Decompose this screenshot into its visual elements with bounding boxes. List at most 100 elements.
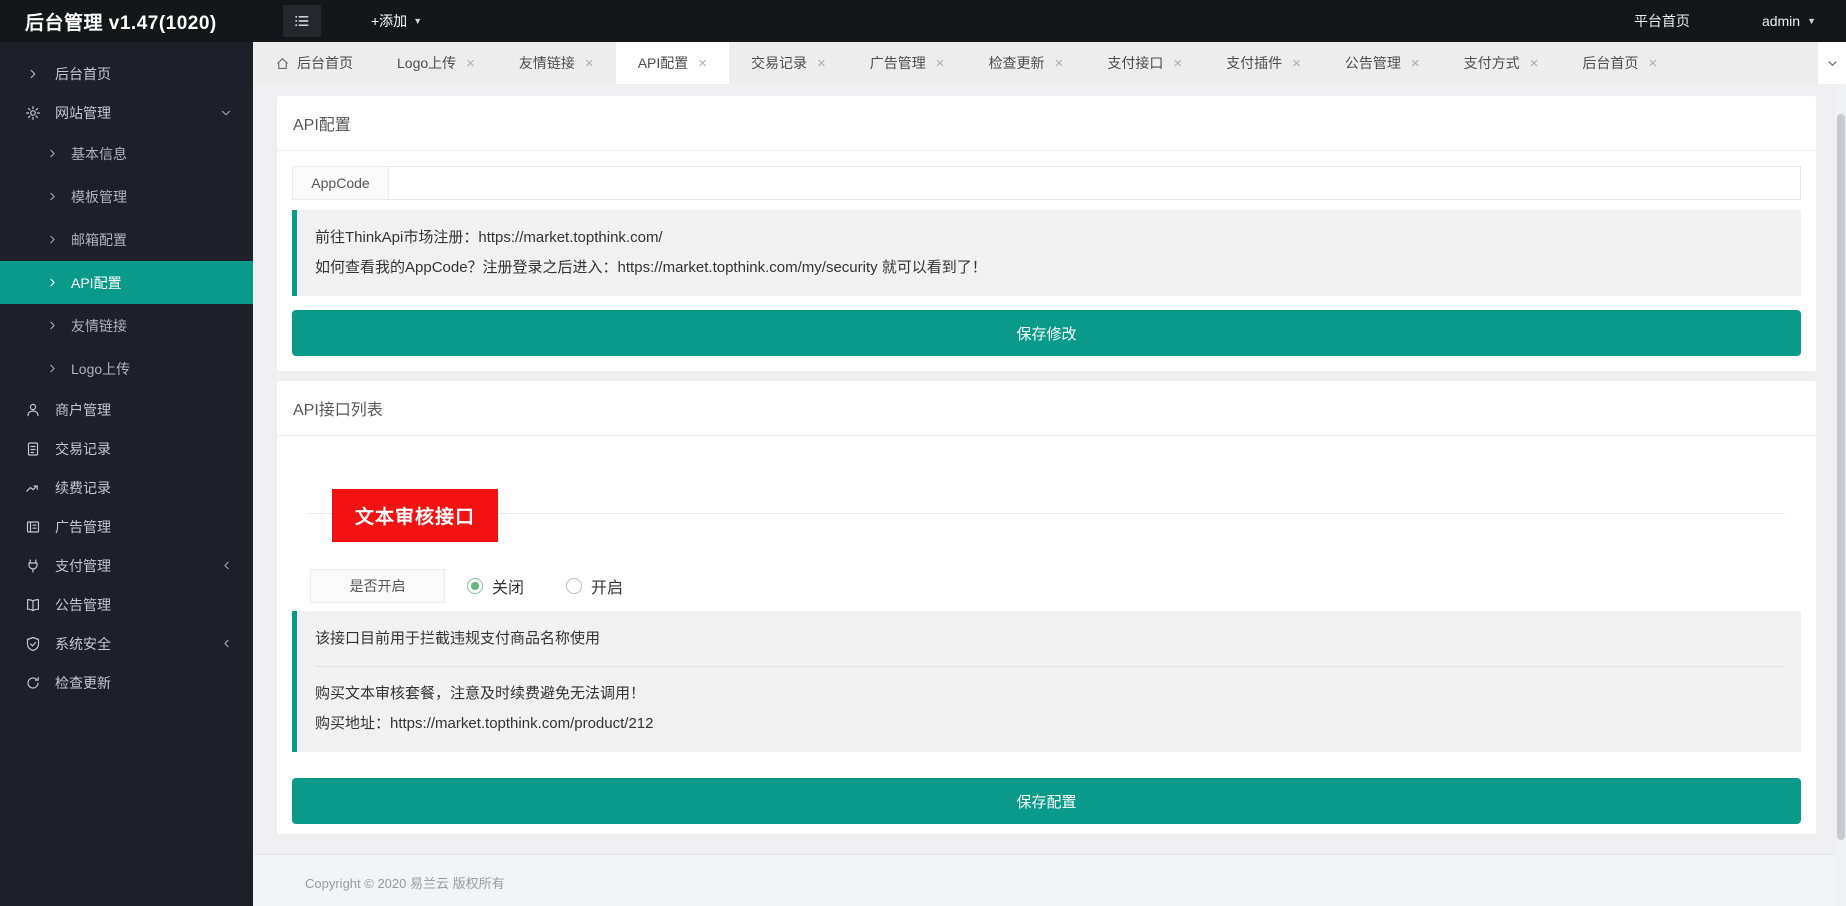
collapse-menu-button[interactable] <box>283 5 321 37</box>
radio-option-off[interactable]: 关闭 <box>467 574 524 598</box>
close-icon[interactable]: × <box>1530 56 1539 71</box>
chevron-right-icon <box>45 319 59 333</box>
close-icon[interactable]: × <box>1173 56 1182 71</box>
enable-label: 是否开启 <box>310 569 445 603</box>
tab-payment-methods[interactable]: 支付方式 × <box>1442 42 1561 84</box>
document-icon <box>25 441 41 457</box>
appcode-label: AppCode <box>292 166 389 200</box>
tab-payment-api[interactable]: 支付接口 × <box>1085 42 1204 84</box>
scrollbar-thumb[interactable] <box>1837 114 1845 840</box>
sidebar-nav: 后台首页 网站管理 基本信息 模板管理 邮箱配置 API配置 <box>0 42 253 906</box>
close-icon[interactable]: × <box>1055 56 1064 71</box>
tab-ad-management[interactable]: 广告管理 × <box>848 42 967 84</box>
vertical-scrollbar[interactable] <box>1836 84 1846 906</box>
radio-unselected-icon[interactable] <box>566 578 582 594</box>
tab-bar: 后台首页 Logo上传 × 友情链接 × API配置 × 交易记录 × 广告管理… <box>253 42 1846 84</box>
close-icon[interactable]: × <box>698 56 707 71</box>
sidebar-item-template-management[interactable]: 模板管理 <box>0 175 253 218</box>
info-line: 前往ThinkApi市场注册：https://market.topthink.c… <box>315 223 1783 253</box>
newspaper-icon <box>25 519 41 535</box>
tab-dashboard[interactable]: 后台首页 <box>253 42 375 84</box>
refresh-icon <box>25 675 41 691</box>
open-book-icon <box>25 597 41 613</box>
user-dropdown[interactable]: admin ▼ <box>1762 13 1816 29</box>
tab-api-config[interactable]: API配置 × <box>616 42 729 84</box>
close-icon[interactable]: × <box>585 56 594 71</box>
content-scroll-area: API配置 AppCode 前往ThinkApi市场注册：https://mar… <box>253 84 1846 906</box>
sidebar-item-basic-info[interactable]: 基本信息 <box>0 132 253 175</box>
chevron-right-icon <box>45 190 59 204</box>
card-title: API接口列表 <box>277 381 1816 436</box>
save-changes-button[interactable]: 保存修改 <box>292 310 1801 356</box>
username: admin <box>1762 13 1800 29</box>
tab-check-update[interactable]: 检查更新 × <box>967 42 1086 84</box>
caret-down-icon: ▼ <box>413 16 422 26</box>
api-list-card: API接口列表 文本审核接口 是否开启 关闭 开启 <box>277 381 1816 834</box>
chevron-right-icon <box>25 66 41 82</box>
appcode-form-row: AppCode <box>292 166 1801 200</box>
api-config-infobox: 前往ThinkApi市场注册：https://market.topthink.c… <box>292 210 1801 296</box>
sidebar-item-check-update[interactable]: 检查更新 <box>0 663 253 702</box>
card-title: API配置 <box>277 96 1816 151</box>
sidebar-item-system-security[interactable]: 系统安全 <box>0 624 253 663</box>
sidebar-item-dashboard[interactable]: 后台首页 <box>0 54 253 93</box>
radio-option-on[interactable]: 开启 <box>566 574 623 598</box>
sidebar-item-notice-management[interactable]: 公告管理 <box>0 585 253 624</box>
sidebar-item-api-config[interactable]: API配置 <box>0 261 253 304</box>
app-title: 后台管理 v1.47(1020) <box>0 8 253 35</box>
chevron-right-icon <box>45 276 59 290</box>
copyright-footer: Copyright © 2020 易兰云 版权所有 <box>253 854 1846 906</box>
tab-dashboard-2[interactable]: 后台首页 × <box>1560 42 1679 84</box>
caret-down-icon: ▼ <box>1807 16 1816 26</box>
top-header: 后台管理 v1.47(1020) +添加 ▼ 平台首页 admin ▼ <box>0 0 1846 42</box>
shield-check-icon <box>25 636 41 652</box>
gear-icon <box>25 105 41 121</box>
close-icon[interactable]: × <box>1411 56 1420 71</box>
chevron-right-icon <box>45 233 59 247</box>
sidebar-item-friend-links[interactable]: 友情链接 <box>0 304 253 347</box>
sidebar-item-transaction-records[interactable]: 交易记录 <box>0 429 253 468</box>
info-line: 该接口目前用于拦截违规支付商品名称使用 <box>315 624 1783 654</box>
platform-home-link[interactable]: 平台首页 <box>1634 11 1690 31</box>
chevron-right-icon <box>45 147 59 161</box>
infobox-divider <box>315 666 1783 667</box>
fieldset-divider: 文本审核接口 <box>308 513 1785 514</box>
close-icon[interactable]: × <box>936 56 945 71</box>
chevron-right-icon <box>45 362 59 376</box>
home-icon <box>275 56 290 71</box>
close-icon[interactable]: × <box>1292 56 1301 71</box>
text-audit-api-badge: 文本审核接口 <box>332 489 498 542</box>
chevron-down-icon <box>219 106 233 120</box>
info-line: 购买文本审核套餐，注意及时续费避免无法调用！ <box>315 679 1783 709</box>
close-icon[interactable]: × <box>466 56 475 71</box>
tab-friend-links[interactable]: 友情链接 × <box>497 42 616 84</box>
sidebar-item-merchant-management[interactable]: 商户管理 <box>0 390 253 429</box>
close-icon[interactable]: × <box>1648 56 1657 71</box>
chevron-left-icon <box>220 637 233 650</box>
person-icon <box>25 402 41 418</box>
sidebar-item-site-management[interactable]: 网站管理 <box>0 93 253 132</box>
tab-overflow-button[interactable] <box>1818 42 1846 84</box>
info-line: 购买地址：https://market.topthink.com/product… <box>315 709 1783 739</box>
renewal-hands-icon <box>25 480 41 496</box>
tab-payment-plugin[interactable]: 支付插件 × <box>1204 42 1323 84</box>
chevron-down-icon <box>1825 56 1840 71</box>
sidebar-item-email-config[interactable]: 邮箱配置 <box>0 218 253 261</box>
close-icon[interactable]: × <box>817 56 826 71</box>
radio-selected-icon[interactable] <box>467 578 483 594</box>
api-config-card: API配置 AppCode 前往ThinkApi市场注册：https://mar… <box>277 96 1816 371</box>
menu-list-icon <box>293 12 311 30</box>
enable-toggle-row: 是否开启 关闭 开启 <box>310 569 1801 603</box>
tab-transaction-records[interactable]: 交易记录 × <box>729 42 848 84</box>
tab-notice-management[interactable]: 公告管理 × <box>1323 42 1442 84</box>
sidebar-item-renewal-records[interactable]: 续费记录 <box>0 468 253 507</box>
save-config-button[interactable]: 保存配置 <box>292 778 1801 824</box>
sidebar-item-ad-management[interactable]: 广告管理 <box>0 507 253 546</box>
sidebar-item-logo-upload[interactable]: Logo上传 <box>0 347 253 390</box>
add-dropdown-button[interactable]: +添加 ▼ <box>371 11 422 31</box>
main-area: 后台首页 Logo上传 × 友情链接 × API配置 × 交易记录 × 广告管理… <box>253 42 1846 906</box>
info-line: 如何查看我的AppCode？注册登录之后进入：https://market.to… <box>315 253 1783 283</box>
tab-logo-upload[interactable]: Logo上传 × <box>375 42 497 84</box>
appcode-input[interactable] <box>389 166 1801 200</box>
sidebar-item-payment-management[interactable]: 支付管理 <box>0 546 253 585</box>
